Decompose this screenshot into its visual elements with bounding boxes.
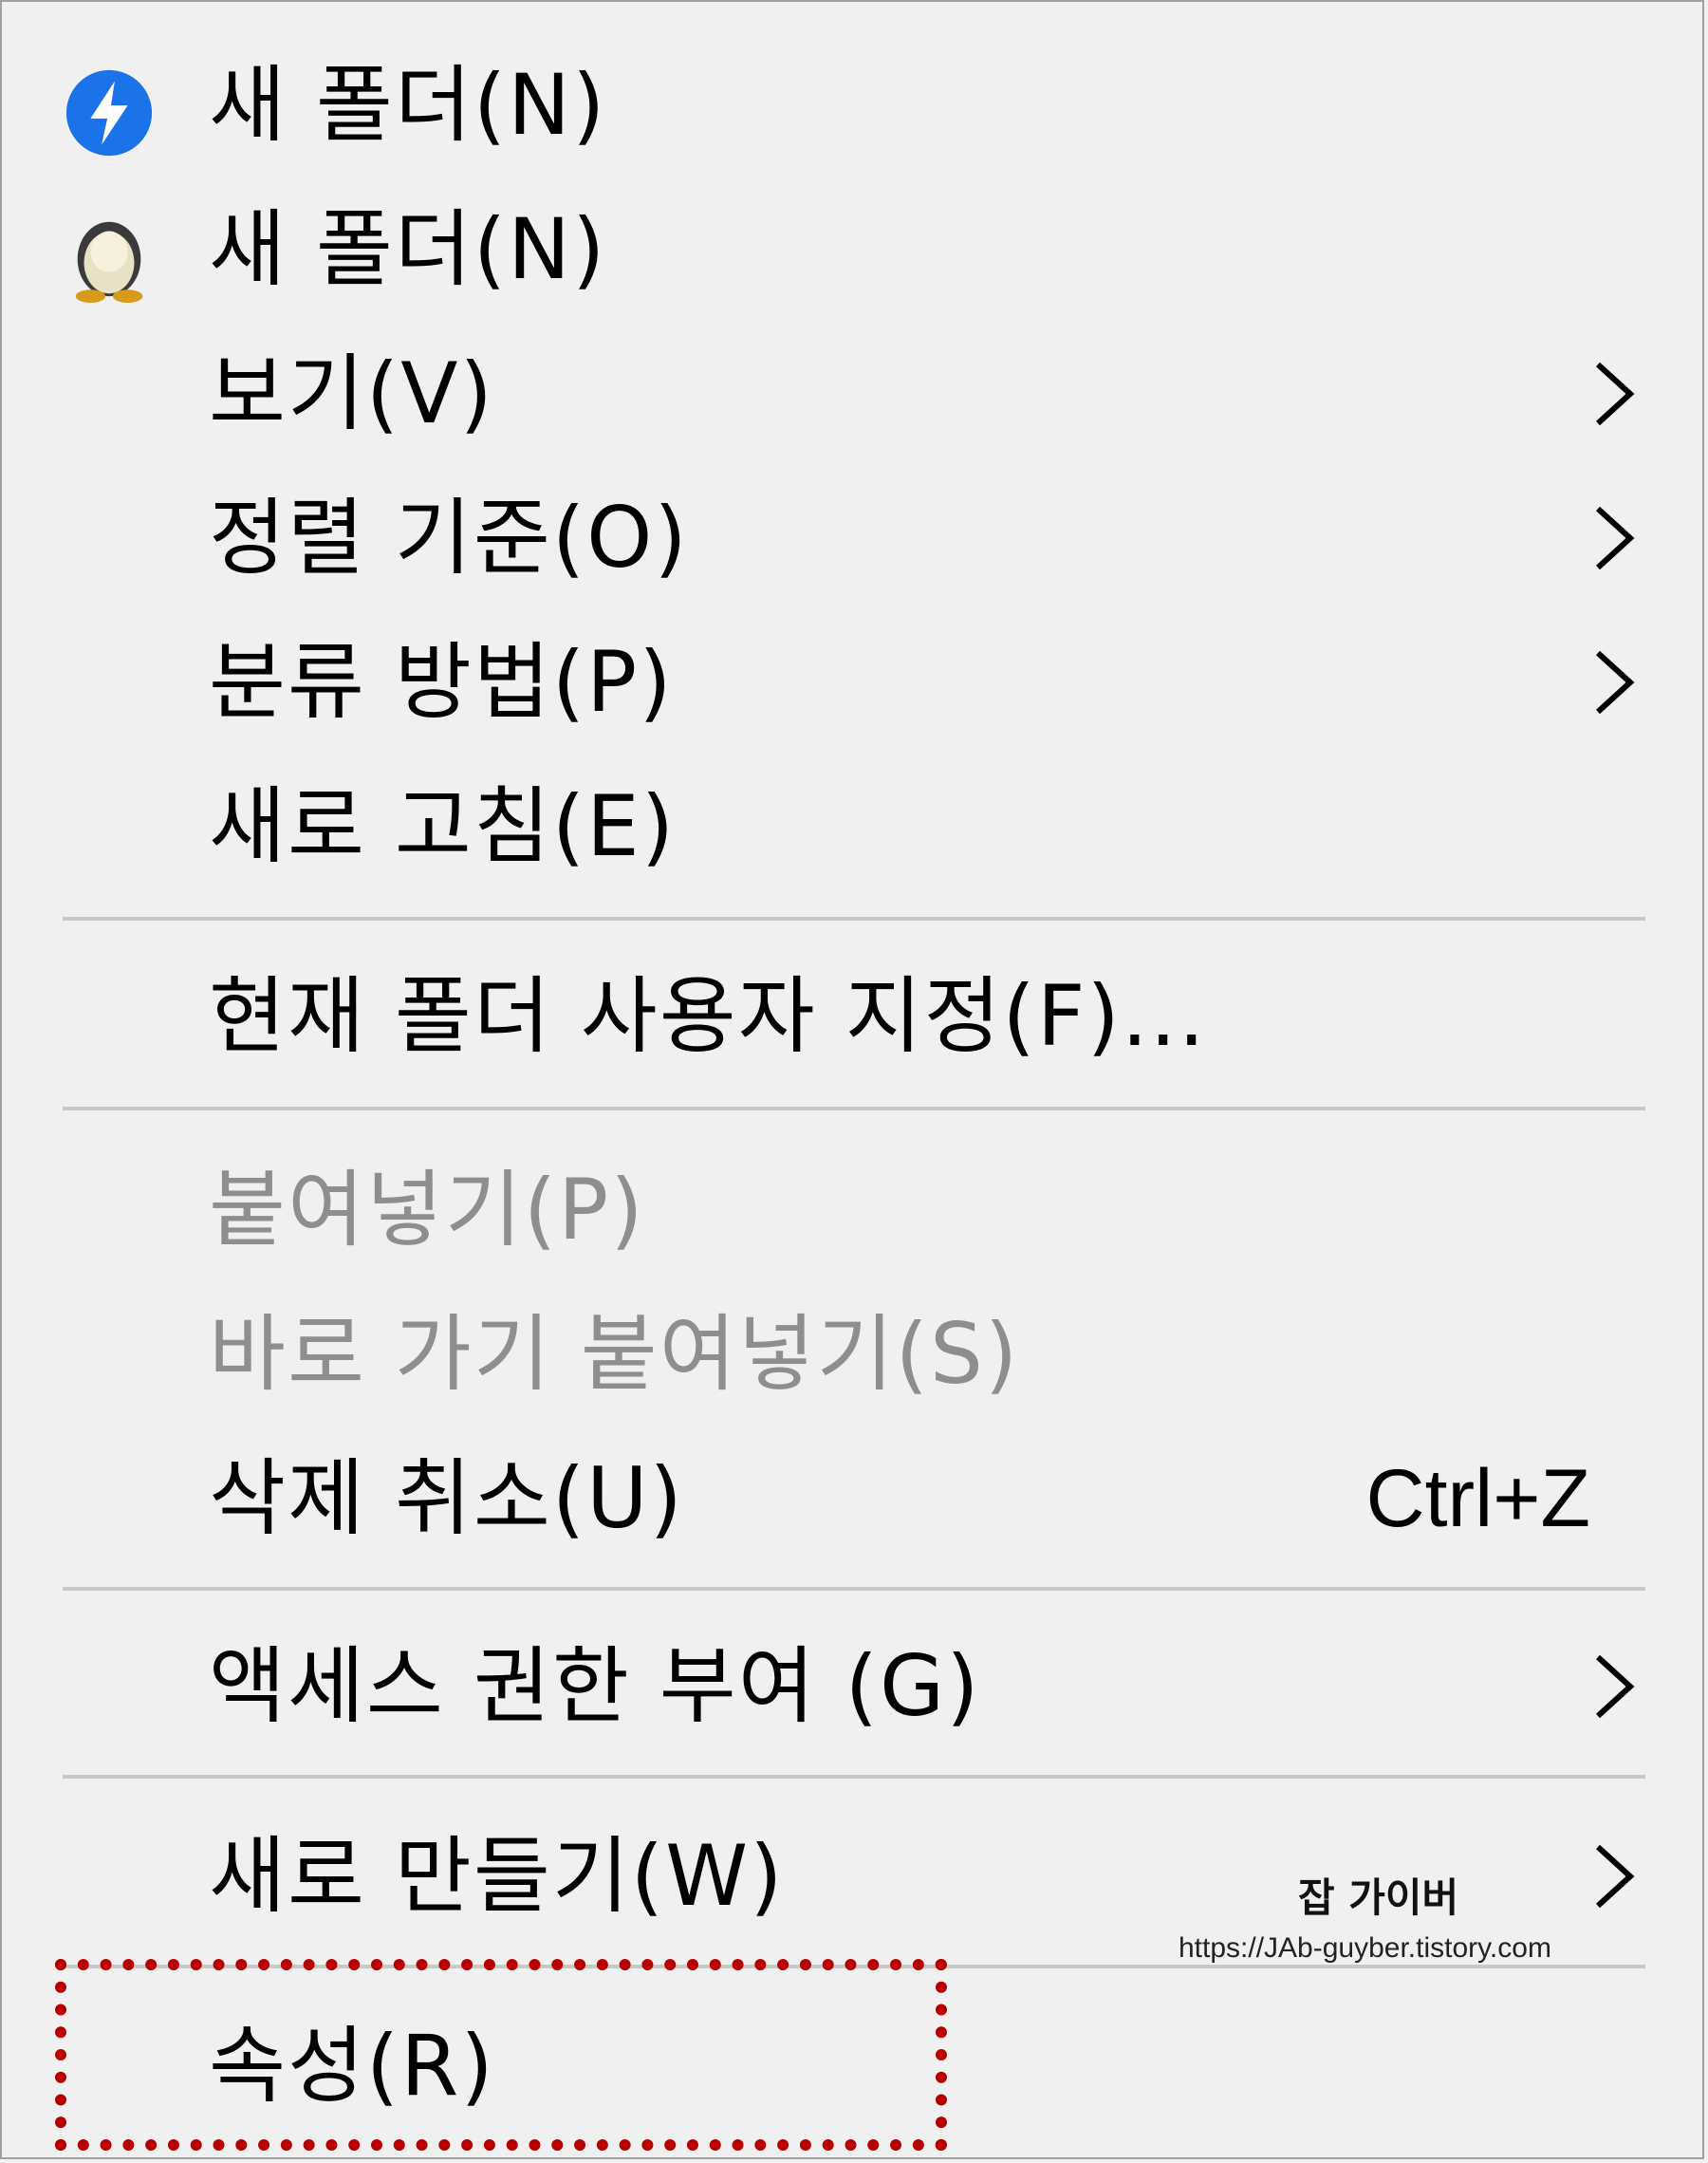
menu-item-label: 현재 폴더 사용자 지정(F)... bbox=[209, 967, 1207, 1065]
menu-item-label: 정렬 기준(O) bbox=[209, 489, 689, 587]
lightning-bolt-icon bbox=[65, 69, 153, 157]
menu-item-label: 새로 만들기(W) bbox=[209, 1827, 785, 1925]
menu-item-paste: 붙여넣기(P) bbox=[2, 1139, 1702, 1281]
menu-item-label: 바로 가기 붙여넣기(S) bbox=[209, 1305, 1020, 1403]
menu-item-view[interactable]: 보기(V) bbox=[2, 323, 1702, 465]
menu-item-sort-by[interactable]: 정렬 기준(O) bbox=[2, 467, 1702, 609]
tux-penguin-icon bbox=[75, 221, 143, 304]
menu-item-label: 보기(V) bbox=[209, 345, 494, 442]
menu-item-label: 액세스 권한 부여 (G) bbox=[209, 1637, 981, 1735]
menu-item-new-folder-1[interactable]: 새 폴더(N) bbox=[2, 34, 1702, 177]
properties-highlight-box bbox=[55, 1959, 947, 2151]
menu-item-label: 새로 고침(E) bbox=[209, 777, 677, 875]
menu-item-label: 분류 방법(P) bbox=[209, 633, 674, 731]
shortcut-label: Ctrl+Z bbox=[1365, 1453, 1591, 1544]
menu-item-label: 새 폴더(N) bbox=[209, 56, 607, 154]
menu-separator bbox=[63, 917, 1645, 921]
menu-item-give-access[interactable]: 액세스 권한 부여 (G) bbox=[2, 1615, 1702, 1758]
menu-item-paste-shortcut: 바로 가기 붙여넣기(S) bbox=[2, 1283, 1702, 1426]
chevron-right-icon bbox=[1595, 650, 1635, 715]
menu-item-label: 붙여넣기(P) bbox=[209, 1161, 645, 1259]
chevron-right-icon bbox=[1595, 362, 1635, 426]
menu-item-label: 새 폴더(N) bbox=[209, 200, 607, 298]
context-menu: 새 폴더(N) 새 폴더(N) 보기(V) 정렬 기준(O) 분류 방법(P) … bbox=[0, 0, 1704, 2159]
chevron-right-icon bbox=[1595, 1844, 1635, 1909]
menu-item-refresh[interactable]: 새로 고침(E) bbox=[2, 755, 1702, 898]
menu-item-undo-delete[interactable]: 삭제 취소(U) Ctrl+Z bbox=[2, 1427, 1702, 1570]
menu-item-group-by[interactable]: 분류 방법(P) bbox=[2, 611, 1702, 754]
menu-item-new-folder-2[interactable]: 새 폴더(N) bbox=[2, 178, 1702, 321]
watermark-name: 잡 가이버 bbox=[1298, 1874, 1459, 1921]
menu-separator bbox=[63, 1587, 1645, 1591]
chevron-right-icon bbox=[1595, 1654, 1635, 1719]
menu-separator bbox=[63, 1775, 1645, 1779]
menu-separator bbox=[63, 1107, 1645, 1110]
watermark-url: https://JAb-guyber.tistory.com bbox=[1179, 1932, 1551, 1964]
chevron-right-icon bbox=[1595, 506, 1635, 570]
menu-item-label: 삭제 취소(U) bbox=[209, 1449, 684, 1547]
menu-item-customize-folder[interactable]: 현재 폴더 사용자 지정(F)... bbox=[2, 945, 1702, 1088]
